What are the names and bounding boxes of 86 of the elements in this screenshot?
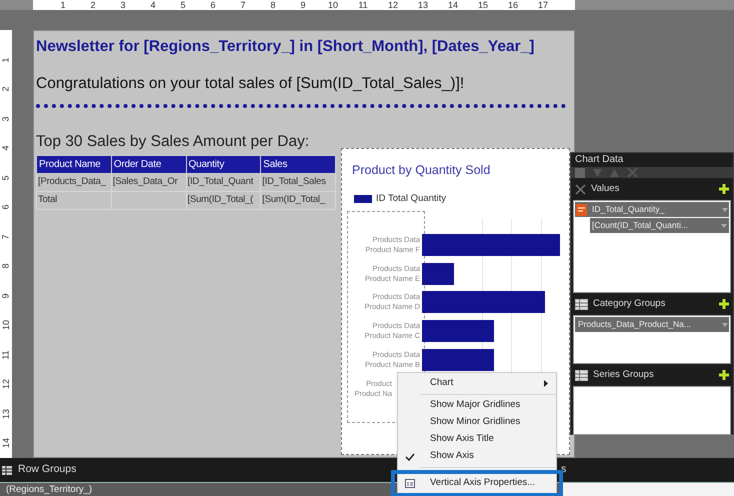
section-label: Values [591,182,620,196]
bar [422,262,454,285]
ruler-number: 17 [536,0,549,10]
panel-title: Chart Data [574,153,624,167]
row-groups-title: Row Groups [18,462,76,478]
table-cell: [Sales_Data_Or [111,173,186,192]
table-cell: [ID_Total_Quant [186,173,261,192]
drop-area[interactable]: Products_Data_Product_Na... [573,315,731,364]
submenu-arrow-icon [544,380,548,387]
grid-icon [2,466,12,474]
ruler-number: 3 [1,116,11,122]
column-header: Product Name [36,155,112,174]
drop-area[interactable]: ID_Total_Quantity_ [Count(ID_Total_Quanti... [573,200,731,293]
ruler-number: 16 [506,0,519,10]
legend-swatch [354,195,372,204]
caret-icon [721,224,727,228]
ruler-number: 4 [1,146,11,151]
properties-icon[interactable] [575,168,585,178]
ruler-number: 8 [1,264,11,269]
menu-item[interactable]: Vertical Axis Properties... [398,475,556,492]
ruler-number: 6 [209,0,216,10]
field-dropdown[interactable]: ID_Total_Quantity_ [575,202,729,217]
ruler-number: 13 [416,0,429,10]
chart-field-icon [576,204,587,216]
table-cell: [Sum(ID_Total_ [260,191,336,210]
add-icon[interactable] [719,299,729,309]
grid-icon [575,370,588,380]
ruler-number: 14 [446,0,459,10]
ruler-number: 9 [1,293,11,298]
chart-title: Product by Quantity Sold [352,162,490,179]
section-label: Category Groups [593,296,666,311]
column-header: Quantity [186,155,261,174]
table-cell: [Sum(ID_Total_( [186,191,261,210]
bar [422,320,494,342]
field-dropdown[interactable]: [Count(ID_Total_Quanti... [590,218,729,233]
section-label: Series Groups [593,368,655,382]
table-cell: [Products_Data_ [36,173,112,192]
caret-icon [722,208,728,212]
report-subtitle: Congratulations on your total sales of [Sum(ID_Total_Sales_)]! [36,74,466,94]
ruler-number: 5 [1,175,11,180]
add-icon[interactable] [719,184,729,194]
delete-icon[interactable] [627,167,638,178]
up-arrow-icon[interactable] [610,168,619,176]
section-heading: Top 30 Sales by Sales Amount per Day: [36,132,310,152]
ruler-number: 2 [1,86,11,92]
report-title: Newsletter for [Regions_Territory_] in [Short_Month], [Dates_Year_] [36,37,536,57]
properties-icon [405,479,415,488]
ruler-number: 5 [179,0,186,10]
ruler-number: 11 [1,350,11,360]
column-header: Order Date [111,155,186,174]
ruler-number: 2 [89,0,96,10]
field-dropdown[interactable]: Products_Data_Product_Na... [575,317,729,332]
legend-label: ID Total Quantity [376,192,446,206]
ruler-number: 7 [239,0,246,10]
ruler-number: 4 [149,0,156,10]
ruler-number: 12 [386,0,399,10]
drop-area[interactable] [573,386,731,435]
ruler-number: 9 [299,0,306,10]
add-icon[interactable] [719,370,729,380]
ruler-number: 10 [1,320,11,330]
ruler-number: 10 [326,0,339,10]
ruler-number: 11 [357,0,369,10]
checkmark-icon [405,452,415,460]
menu-item[interactable]: Show Major Gridlines [398,397,556,414]
submenu-item[interactable]: Chart [398,375,556,392]
down-arrow-icon[interactable] [593,168,602,176]
ruler-number: 6 [1,204,11,210]
grid-icon [575,298,588,310]
table-cell: [ID_Total_Sales [260,173,336,192]
ruler-number: 7 [1,234,11,240]
column-header: Sales [260,155,336,174]
ruler-number: 8 [269,0,276,10]
menu-item[interactable]: Show Axis Title [398,431,556,448]
ruler-number: 1 [1,57,11,62]
ruler-number: 13 [1,408,11,419]
ruler-number: 14 [1,438,11,448]
menu-item[interactable]: Show Minor Gridlines [398,414,556,431]
menu-item[interactable]: Show Axis [398,448,556,465]
caret-icon [722,322,728,326]
bar [422,348,494,371]
table-cell: Total [36,191,112,210]
ruler-number: 12 [1,379,11,390]
ruler-number: 3 [119,0,126,10]
ruler-number: 1 [59,0,66,10]
ruler-number: 15 [476,0,489,10]
row-group-item[interactable]: (Regions_Territory_) [6,484,92,496]
